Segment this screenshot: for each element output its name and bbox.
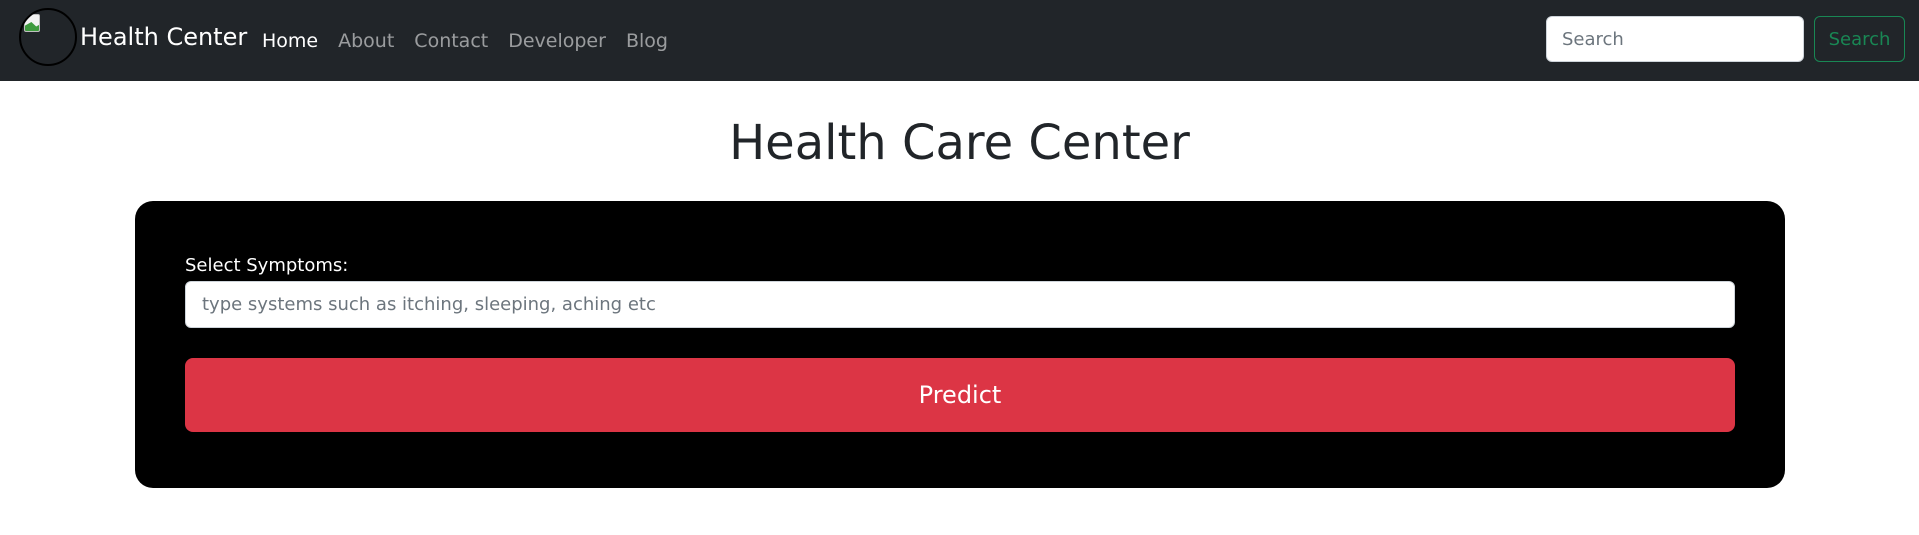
nav-link-contact[interactable]: Contact <box>414 30 488 52</box>
top-navbar: Health Center Home About Contact Develop… <box>0 0 1919 81</box>
brand-logo <box>19 8 77 66</box>
symptoms-input[interactable] <box>185 281 1735 328</box>
nav-link-about[interactable]: About <box>338 30 394 52</box>
search-input[interactable] <box>1546 16 1804 62</box>
broken-image-icon <box>24 14 40 32</box>
page-title: Health Care Center <box>729 115 1190 171</box>
nav-link-home[interactable]: Home <box>262 30 318 52</box>
search-button[interactable]: Search <box>1814 16 1905 62</box>
symptoms-label: Select Symptoms: <box>185 255 349 276</box>
nav-link-blog[interactable]: Blog <box>626 30 668 52</box>
nav-links: Home About Contact Developer Blog <box>262 0 688 81</box>
predict-button[interactable]: Predict <box>185 358 1735 432</box>
symptom-form-card: Select Symptoms: Predict <box>135 201 1785 488</box>
brand-name: Health Center <box>80 23 248 51</box>
nav-link-developer[interactable]: Developer <box>508 30 606 52</box>
brand-link[interactable]: Health Center <box>19 8 247 66</box>
